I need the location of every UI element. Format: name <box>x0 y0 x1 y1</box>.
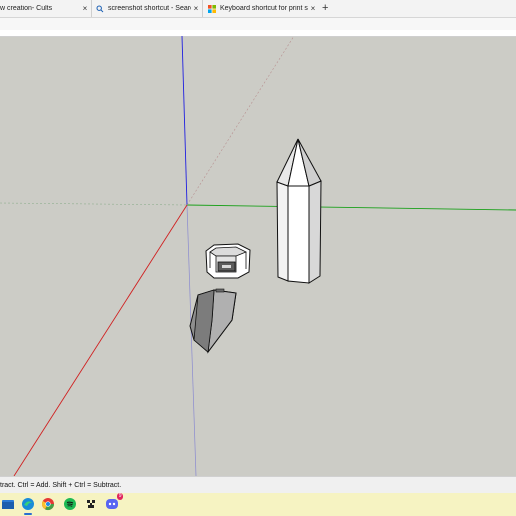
address-bar-area <box>0 18 516 30</box>
notification-badge: 9 <box>117 493 123 500</box>
file-explorer-icon[interactable] <box>0 496 16 512</box>
edge-icon[interactable] <box>20 496 36 515</box>
tab-label: w creation- Cults <box>0 5 53 12</box>
search-icon <box>95 4 104 13</box>
hexagonal-box-model[interactable] <box>205 243 251 279</box>
taskbar: 9 <box>0 493 516 516</box>
tab-label: Keyboard shortcut for print scree <box>220 5 308 12</box>
spotify-icon[interactable] <box>62 496 78 512</box>
minecraft-icon[interactable] <box>83 496 99 512</box>
viewport-scene <box>0 35 516 477</box>
tab-label: screenshot shortcut - Search <box>108 5 191 12</box>
close-icon[interactable]: × <box>308 4 318 13</box>
wedge-lid-model[interactable] <box>189 288 237 354</box>
chrome-icon[interactable] <box>40 496 56 512</box>
tab-cults[interactable]: w creation- Cults × <box>0 0 90 17</box>
status-bar: tract. Ctrl = Add. Shift + Ctrl = Subtra… <box>0 476 516 493</box>
tab-search[interactable]: screenshot shortcut - Search × <box>91 0 201 17</box>
green-axis-hidden <box>0 202 188 206</box>
3d-viewport[interactable] <box>0 35 516 477</box>
blue-axis <box>181 35 188 206</box>
browser-tab-bar: w creation- Cults × screenshot shortcut … <box>0 0 516 18</box>
new-tab-button[interactable]: + <box>322 1 328 15</box>
close-icon[interactable]: × <box>80 4 90 13</box>
close-icon[interactable]: × <box>191 4 201 13</box>
red-axis <box>13 204 188 477</box>
status-hint-text: tract. Ctrl = Add. Shift + Ctrl = Subtra… <box>0 481 122 489</box>
discord-icon[interactable]: 9 <box>104 493 123 512</box>
green-axis <box>186 204 516 211</box>
hexagonal-prism-model[interactable] <box>276 138 322 284</box>
microsoft-logo-icon <box>207 4 216 13</box>
tab-keyboard-shortcut[interactable]: Keyboard shortcut for print scree × <box>202 0 318 17</box>
